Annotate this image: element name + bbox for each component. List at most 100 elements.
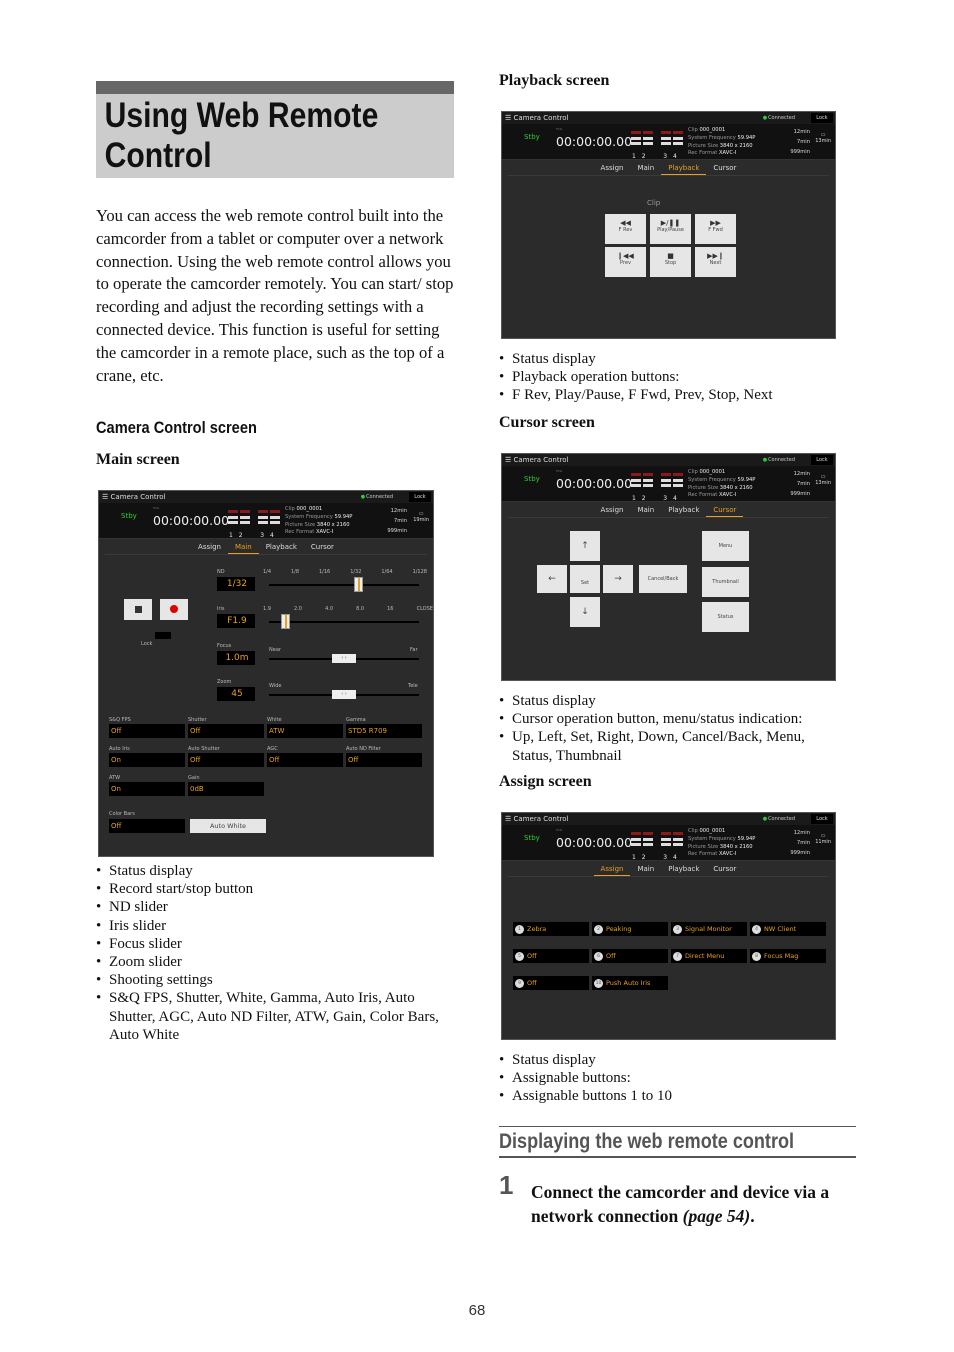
up-button[interactable]: ↑ [570,531,600,561]
assign-number-icon: 5 [515,951,524,961]
status-display: Stby TCG 00:00:00.00 1 2 3 4 Clip 000_00… [502,825,835,861]
color-bars-value[interactable]: Off [109,819,185,833]
menu-icon[interactable]: ☰ [102,493,111,501]
lock-toggle[interactable]: Lock [811,814,833,824]
playback-button[interactable]: ❙◀◀ Prev [605,247,646,277]
battery-remaining: ▭ 13min [815,132,831,144]
tab-assign[interactable]: Assign [593,861,631,876]
zoom-slider-thumb[interactable]: ‹ › [332,690,356,699]
color-bars-label: Color Bars [109,811,135,817]
tab-main[interactable]: Main [630,861,661,876]
setting-value[interactable]: ATW [267,724,343,738]
right-button[interactable]: → [603,565,633,593]
tab-playback[interactable]: Playback [661,502,706,517]
section-divider: Displaying the web remote control [499,1126,856,1158]
set-button[interactable]: Set [570,565,600,593]
page-reference-link[interactable]: (page 54) [683,1206,751,1226]
battery-remaining: ▭ 19min [413,511,429,523]
setting-value[interactable]: Off [346,753,422,767]
rec-status: Stby [524,133,540,141]
menu-button[interactable]: Menu [702,531,749,561]
setting-value[interactable]: On [109,782,185,796]
tab-main[interactable]: Main [630,502,661,517]
step-text: Connect the camcorder and device via a n… [531,1182,830,1226]
lock-toggle[interactable]: Lock [811,113,833,123]
assignable-button[interactable]: 5 Off [513,949,589,963]
assignable-button[interactable]: 6 Off [592,949,668,963]
tab-playback[interactable]: Playback [259,539,304,554]
assign-number-icon: 6 [594,951,603,961]
menu-icon[interactable]: ☰ [505,114,514,122]
setting-value[interactable]: Off [267,753,343,767]
down-button[interactable]: ↓ [570,597,600,627]
assign-number-icon: 9 [515,978,524,988]
cancel-back-button[interactable]: Cancel/Back [639,565,687,593]
tab-cursor[interactable]: Cursor [304,539,341,554]
lock-toggle[interactable]: Lock [409,492,431,502]
setting-label: Auto Iris [109,746,130,752]
assign-number-icon: 8 [752,951,761,961]
lock-switch[interactable] [155,632,171,639]
focus-label: Focus [217,643,232,649]
playback-button[interactable]: ▶/❚❚ Play/Pause [650,214,691,244]
setting-label: Auto ND Filter [346,746,381,752]
assignable-button[interactable]: 7 Direct Menu [671,949,747,963]
playback-button[interactable]: ◀◀ F Rev [605,214,646,244]
focus-near-label: Near [269,647,281,653]
app-title: Camera Control [110,493,166,501]
tab-assign[interactable]: Assign [594,502,631,517]
assign-number-icon: 4 [752,924,761,934]
assignable-button[interactable]: 8 Focus Mag [750,949,826,963]
assignable-button[interactable]: 4 NW Client [750,922,826,936]
tab-playback[interactable]: Playback [661,160,707,175]
assignable-button[interactable]: 1 Zebra [513,922,589,936]
tab-assign[interactable]: Assign [191,539,228,554]
setting-value[interactable]: 0dB [188,782,264,796]
setting-value[interactable]: STD5 R709 [346,724,422,738]
cursor-screen-heading: Cursor screen [499,414,595,431]
playback-button[interactable]: ▶▶❙ Next [695,247,736,277]
audio-meter [631,832,683,846]
tab-main[interactable]: Main [630,160,661,175]
connection-status: Connected [763,457,795,463]
status-button[interactable]: Status [702,602,749,632]
stop-record-button[interactable] [124,599,152,620]
tab-cursor[interactable]: Cursor [706,160,743,175]
tab-assign[interactable]: Assign [594,160,631,175]
tab-cursor[interactable]: Cursor [706,502,744,517]
nd-slider-thumb[interactable] [354,577,363,592]
playback-button[interactable]: ▶▶ F Fwd [695,214,736,244]
assignable-button[interactable]: 10 Push Auto Iris [592,976,668,990]
lock-toggle[interactable]: Lock [811,455,833,465]
setting-value[interactable]: On [109,753,185,767]
iris-slider[interactable] [269,621,419,623]
focus-slider-thumb[interactable]: ‹ › [332,654,356,663]
tab-main[interactable]: Main [227,539,259,554]
playback-button-label: Prev [620,260,631,266]
assignable-button[interactable]: 2 Peaking [592,922,668,936]
record-button[interactable] [160,599,188,620]
menu-icon[interactable]: ☰ [505,815,514,823]
assignable-button[interactable]: 3 Signal Monitor [671,922,747,936]
setting-value[interactable]: Off [188,753,264,767]
tab-cursor[interactable]: Cursor [706,861,743,876]
clip-info: Clip 000_0001 System Frequency 59.94P Pi… [688,828,756,858]
playback-button[interactable]: ■ Stop [650,247,691,277]
auto-white-button[interactable]: Auto White [190,819,266,833]
tab-playback[interactable]: Playback [661,861,706,876]
setting-value[interactable]: Off [109,724,185,738]
main-screen-heading: Main screen [96,451,180,468]
channel-labels: 1 2 3 4 [632,854,677,861]
assignable-button[interactable]: 9 Off [513,976,589,990]
main-screen-bullets: Status displayRecord start/stop buttonND… [96,862,456,1044]
media-remaining: 12min 7min 999min [790,471,810,497]
left-button[interactable]: ← [537,565,567,593]
nd-slider[interactable] [269,584,419,586]
thumbnail-button[interactable]: Thumbnail [702,567,749,597]
setting-label: S&Q FPS [109,717,131,723]
setting-value[interactable]: Off [188,724,264,738]
media-remaining: 12min 7min 999min [790,129,810,155]
iris-slider-thumb[interactable] [281,614,290,629]
audio-meter [631,473,683,487]
menu-icon[interactable]: ☰ [505,456,514,464]
